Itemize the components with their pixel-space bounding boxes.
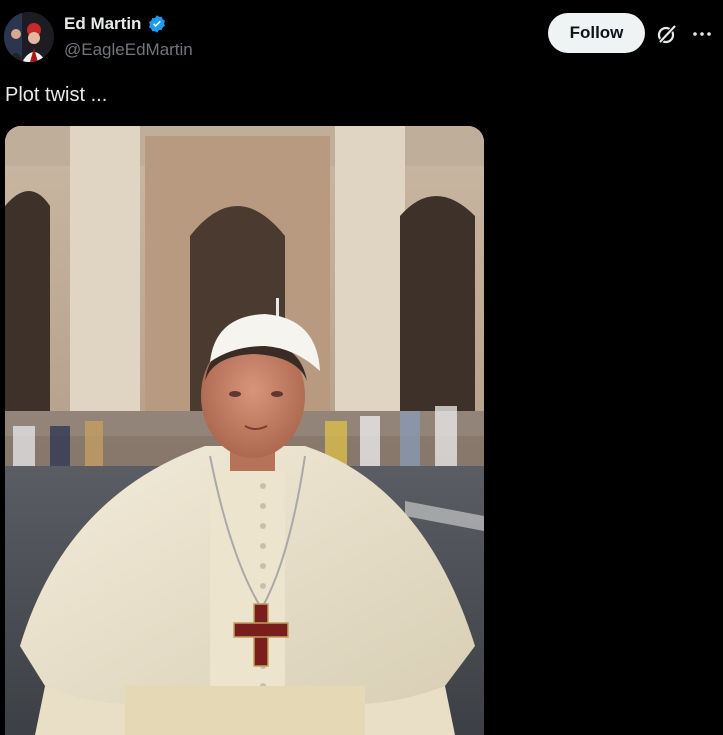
tweet-header: Ed Martin @EagleEdMartin Follow	[0, 0, 723, 70]
verified-badge-icon	[147, 14, 167, 34]
author-handle[interactable]: @EagleEdMartin	[64, 40, 193, 60]
grok-icon[interactable]	[655, 22, 679, 46]
follow-button[interactable]: Follow	[548, 13, 645, 53]
more-options-icon[interactable]	[690, 22, 714, 46]
tweet-text: Plot twist ...	[5, 84, 108, 106]
author-display-name[interactable]: Ed Martin	[64, 14, 141, 34]
tweet-media-image[interactable]	[5, 126, 484, 735]
author-avatar[interactable]	[4, 12, 54, 62]
